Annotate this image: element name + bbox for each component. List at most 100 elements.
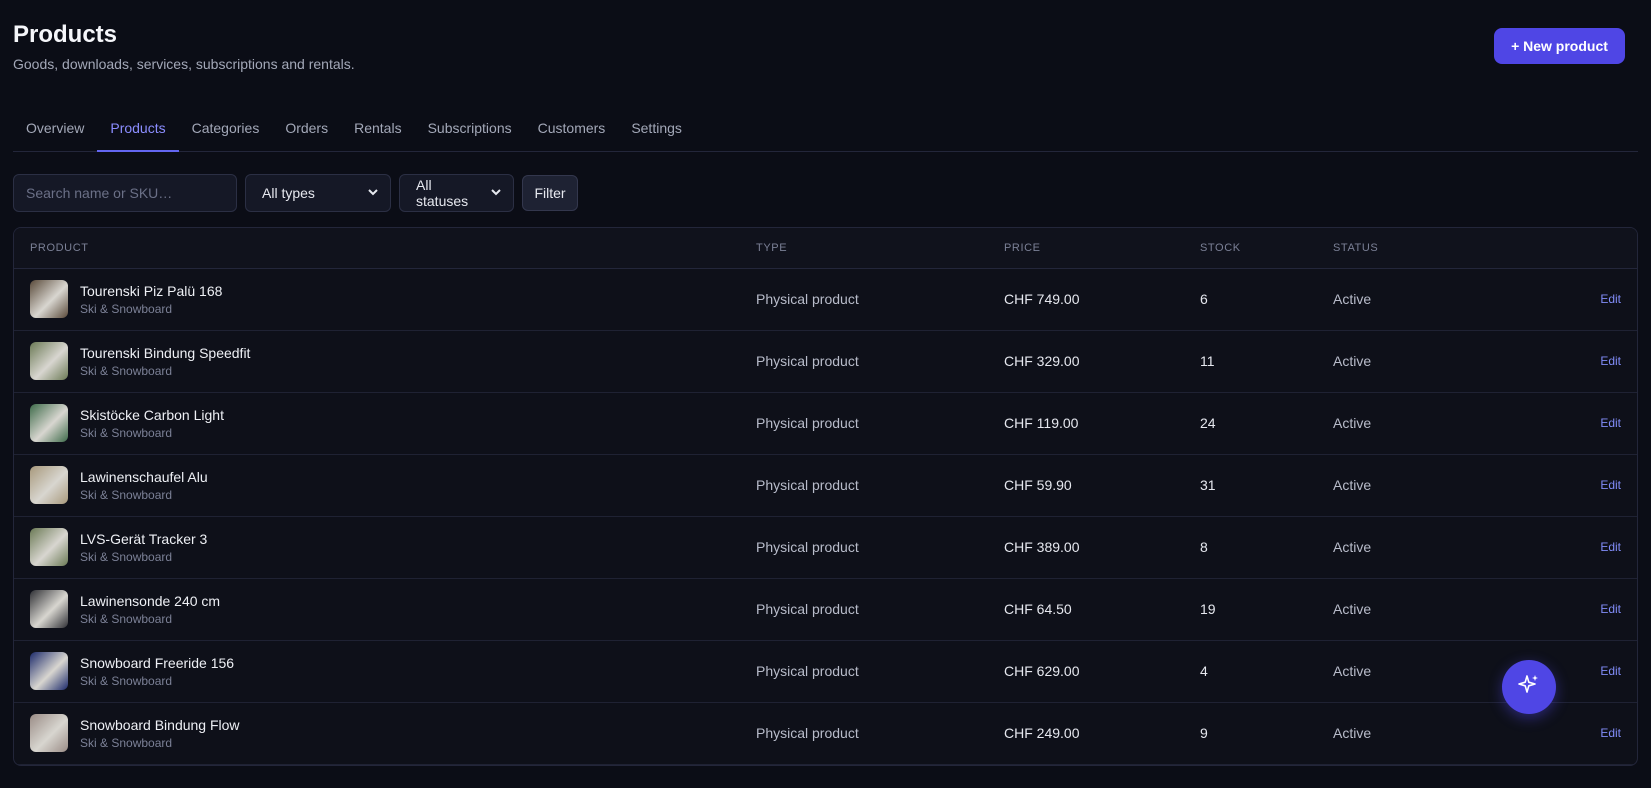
column-header-type: TYPE: [740, 228, 988, 269]
product-stock: 19: [1184, 578, 1317, 641]
tab-subscriptions[interactable]: Subscriptions: [415, 104, 525, 151]
tab-overview[interactable]: Overview: [13, 104, 97, 151]
product-name: LVS-Gerät Tracker 3: [80, 530, 208, 547]
search-input[interactable]: [13, 174, 237, 212]
edit-link[interactable]: Edit: [1487, 702, 1637, 765]
product-price: CHF 329.00: [988, 330, 1184, 393]
edit-link[interactable]: Edit: [1487, 330, 1637, 393]
product-info: LVS-Gerät Tracker 3 Ski & Snowboard: [30, 528, 724, 566]
product-price: CHF 629.00: [988, 640, 1184, 703]
tab-categories[interactable]: Categories: [179, 104, 273, 151]
table-row: Tourenski Bindung Speedfit Ski & Snowboa…: [14, 330, 1637, 393]
product-stock: 31: [1184, 454, 1317, 517]
product-text: Tourenski Bindung Speedfit Ski & Snowboa…: [80, 345, 250, 378]
product-thumbnail: [30, 528, 68, 566]
page-title: Products: [13, 21, 118, 48]
product-type: Physical product: [740, 516, 988, 579]
column-header-product: PRODUCT: [14, 228, 740, 269]
product-stock: 4: [1184, 640, 1317, 703]
tab-bar: Overview Products Categories Orders Rent…: [13, 104, 1638, 152]
product-stock: 8: [1184, 516, 1317, 579]
product-price: CHF 389.00: [988, 516, 1184, 579]
product-thumbnail: [30, 714, 68, 752]
sparkles-icon: [1517, 673, 1541, 702]
product-status: Active: [1317, 330, 1487, 393]
product-thumbnail: [30, 404, 68, 442]
product-text: Lawinenschaufel Alu Ski & Snowboard: [80, 469, 208, 502]
edit-link[interactable]: Edit: [1487, 392, 1637, 455]
product-type: Physical product: [740, 578, 988, 641]
tab-customers[interactable]: Customers: [525, 104, 619, 151]
chevron-down-icon: [368, 187, 378, 199]
product-category: Ski & Snowboard: [80, 363, 173, 378]
edit-link[interactable]: Edit: [1487, 268, 1637, 331]
product-info: Tourenski Bindung Speedfit Ski & Snowboa…: [30, 342, 724, 380]
product-category: Ski & Snowboard: [80, 673, 173, 688]
product-status: Active: [1317, 268, 1487, 331]
product-name: Lawinensonde 240 cm: [80, 592, 221, 609]
column-header-price: PRICE: [988, 228, 1184, 269]
table-row: Snowboard Freeride 156 Ski & Snowboard P…: [14, 640, 1637, 703]
edit-link[interactable]: Edit: [1487, 516, 1637, 579]
product-stock: 6: [1184, 268, 1317, 331]
edit-link[interactable]: Edit: [1487, 578, 1637, 641]
products-table: PRODUCT TYPE PRICE STOCK STATUS Tourensk…: [13, 227, 1638, 766]
product-name: Snowboard Freeride 156: [80, 654, 235, 671]
product-info: Skistöcke Carbon Light Ski & Snowboard: [30, 404, 724, 442]
product-name: Tourenski Piz Palü 168: [80, 282, 223, 299]
product-type: Physical product: [740, 454, 988, 517]
product-name: Tourenski Bindung Speedfit: [80, 344, 251, 361]
product-cell: Lawinensonde 240 cm Ski & Snowboard: [14, 578, 740, 641]
product-text: Snowboard Freeride 156 Ski & Snowboard: [80, 655, 234, 688]
table-header-row: PRODUCT TYPE PRICE STOCK STATUS: [14, 228, 1637, 269]
filter-button[interactable]: Filter: [522, 175, 578, 211]
product-name: Snowboard Bindung Flow: [80, 716, 240, 733]
table-row: Lawinensonde 240 cm Ski & Snowboard Phys…: [14, 578, 1637, 641]
product-category: Ski & Snowboard: [80, 549, 173, 564]
tab-settings[interactable]: Settings: [618, 104, 695, 151]
type-select[interactable]: All types: [245, 174, 391, 212]
product-status: Active: [1317, 578, 1487, 641]
table-row: Skistöcke Carbon Light Ski & Snowboard P…: [14, 392, 1637, 455]
column-header-status: STATUS: [1317, 228, 1487, 269]
product-status: Active: [1317, 516, 1487, 579]
tab-rentals[interactable]: Rentals: [341, 104, 414, 151]
status-select[interactable]: All statuses: [399, 174, 514, 212]
product-text: Lawinensonde 240 cm Ski & Snowboard: [80, 593, 220, 626]
ai-assistant-button[interactable]: [1502, 660, 1556, 714]
product-category: Ski & Snowboard: [80, 487, 173, 502]
table-row: Snowboard Bindung Flow Ski & Snowboard P…: [14, 702, 1637, 765]
product-type: Physical product: [740, 330, 988, 393]
product-name: Skistöcke Carbon Light: [80, 406, 224, 423]
product-info: Snowboard Bindung Flow Ski & Snowboard: [30, 714, 724, 752]
product-info: Lawinensonde 240 cm Ski & Snowboard: [30, 590, 724, 628]
product-info: Lawinenschaufel Alu Ski & Snowboard: [30, 466, 724, 504]
edit-link[interactable]: Edit: [1487, 454, 1637, 517]
product-text: Skistöcke Carbon Light Ski & Snowboard: [80, 407, 224, 440]
status-select-value: All statuses: [416, 177, 469, 209]
page-header: Products Goods, downloads, services, sub…: [13, 0, 1638, 96]
product-thumbnail: [30, 342, 68, 380]
product-text: Tourenski Piz Palü 168 Ski & Snowboard: [80, 283, 222, 316]
filter-bar: All types All statuses Filter: [13, 174, 1638, 212]
product-cell: Snowboard Bindung Flow Ski & Snowboard: [14, 702, 740, 765]
product-status: Active: [1317, 392, 1487, 455]
column-header-stock: STOCK: [1184, 228, 1317, 269]
product-status: Active: [1317, 640, 1487, 703]
product-stock: 9: [1184, 702, 1317, 765]
product-thumbnail: [30, 590, 68, 628]
product-info: Snowboard Freeride 156 Ski & Snowboard: [30, 652, 724, 690]
tab-products[interactable]: Products: [97, 104, 179, 152]
product-price: CHF 249.00: [988, 702, 1184, 765]
product-type: Physical product: [740, 268, 988, 331]
product-thumbnail: [30, 280, 68, 318]
product-cell: Lawinenschaufel Alu Ski & Snowboard: [14, 454, 740, 517]
new-product-button[interactable]: + New product: [1494, 28, 1625, 64]
product-status: Active: [1317, 702, 1487, 765]
product-category: Ski & Snowboard: [80, 301, 173, 316]
page-subtitle: Goods, downloads, services, subscription…: [13, 56, 355, 72]
column-header-actions: [1487, 228, 1637, 269]
tab-orders[interactable]: Orders: [272, 104, 341, 151]
product-status: Active: [1317, 454, 1487, 517]
product-category: Ski & Snowboard: [80, 425, 173, 440]
